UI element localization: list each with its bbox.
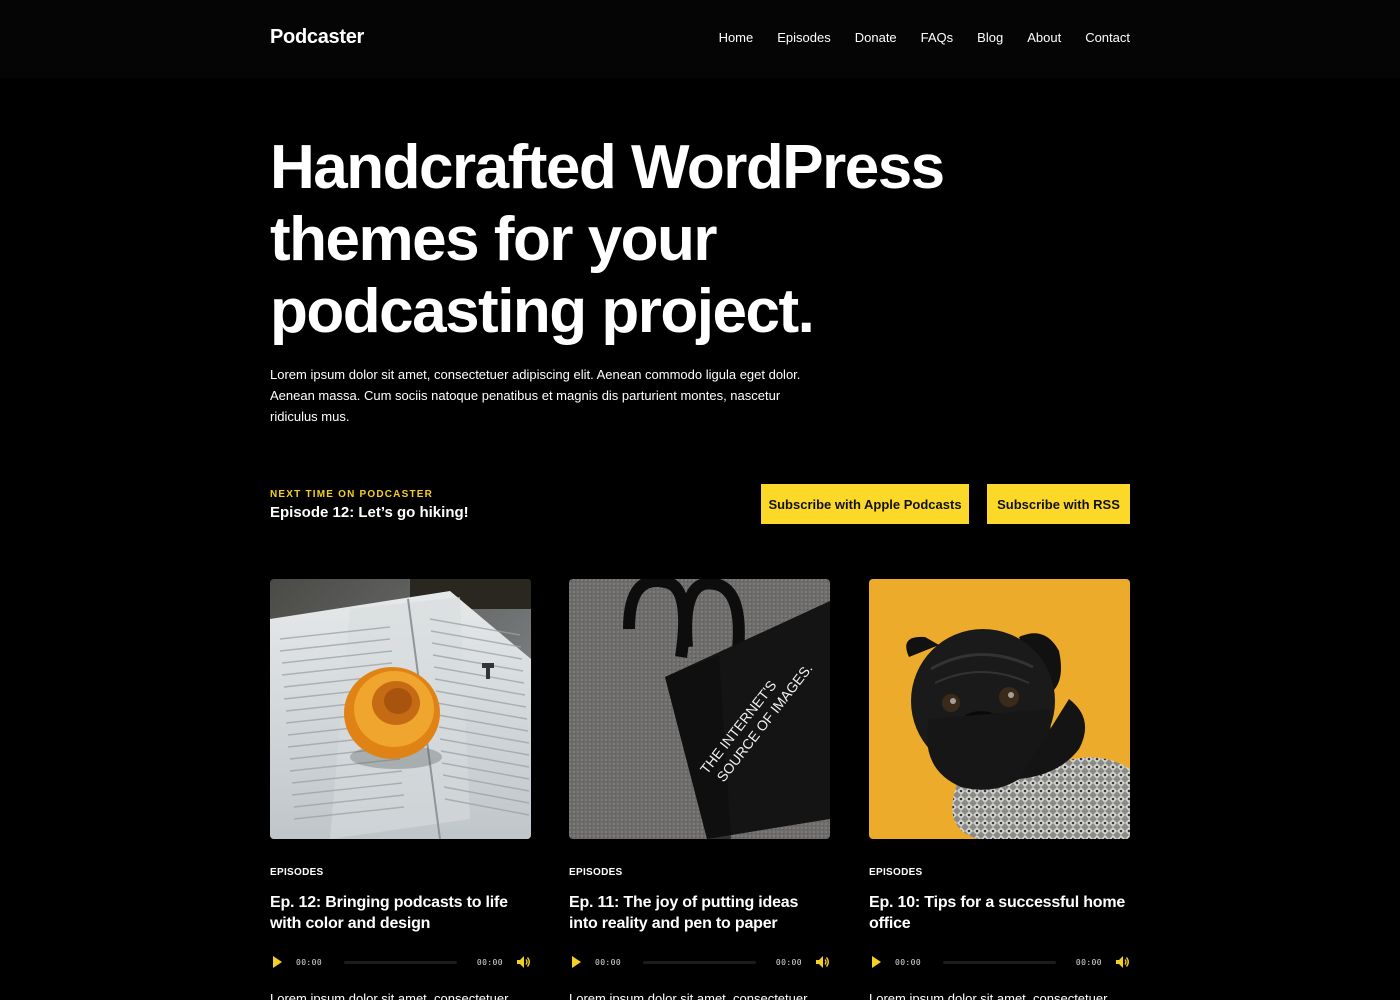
nav-contact[interactable]: Contact [1085, 30, 1130, 46]
time-current: 00:00 [595, 957, 622, 967]
card-title[interactable]: Ep. 10: Tips for a successful home offic… [869, 892, 1130, 934]
time-duration: 00:00 [1075, 957, 1102, 967]
episode-card: EPISODES Ep. 12: Bringing podcasts to li… [270, 579, 531, 1000]
nav-blog[interactable]: Blog [977, 30, 1003, 46]
audio-player: 00:00 00:00 [569, 955, 830, 969]
subscribe-apple-button[interactable]: Subscribe with Apple Podcasts [761, 484, 969, 524]
nav-about[interactable]: About [1027, 30, 1061, 46]
nav-episodes[interactable]: Episodes [777, 30, 830, 46]
episode-card: EPISODES Ep. 10: Tips for a successful h… [869, 579, 1130, 1000]
audio-player: 00:00 00:00 [270, 955, 531, 969]
subscribe-rss-button[interactable]: Subscribe with RSS [987, 484, 1130, 524]
episode-thumbnail-book-peach[interactable] [270, 579, 531, 839]
site-logo[interactable]: Podcaster [270, 26, 364, 49]
episode-thumbnail-tote-bag[interactable]: THE INTERNET'SSOURCE OF IMAGES. [569, 579, 830, 839]
next-episode-title: Episode 12: Let’s go hiking! [270, 504, 469, 521]
nav-faqs[interactable]: FAQs [921, 30, 954, 46]
nav-donate[interactable]: Donate [855, 30, 897, 46]
audio-player: 00:00 00:00 [869, 955, 1130, 969]
card-excerpt: Lorem ipsum dolor sit amet, consectetuer [270, 991, 509, 1000]
volume-icon[interactable] [1116, 956, 1130, 968]
episode-thumbnail-pug[interactable] [869, 579, 1130, 839]
time-duration: 00:00 [476, 957, 503, 967]
card-title[interactable]: Ep. 11: The joy of putting ideas into re… [569, 892, 830, 934]
hero-description: Lorem ipsum dolor sit amet, consectetuer… [270, 367, 801, 424]
progress-track[interactable] [643, 960, 756, 964]
card-excerpt: Lorem ipsum dolor sit amet, consectetuer [569, 991, 808, 1000]
time-current: 00:00 [895, 957, 922, 967]
play-icon[interactable] [572, 956, 581, 968]
volume-icon[interactable] [517, 956, 531, 968]
progress-track[interactable] [943, 960, 1056, 964]
hero-title: Handcrafted WordPress themes for your po… [270, 133, 945, 346]
play-icon[interactable] [872, 956, 881, 968]
site-header: Podcaster Home Episodes Donate FAQs Blog… [0, 0, 1400, 78]
volume-icon[interactable] [816, 956, 830, 968]
next-episode-label: NEXT TIME ON PODCASTER [270, 489, 434, 500]
episode-card: THE INTERNET'SSOURCE OF IMAGES. EPISODES… [569, 579, 830, 1000]
card-category[interactable]: EPISODES [869, 867, 923, 878]
card-excerpt: Lorem ipsum dolor sit amet, consectetuer [869, 991, 1108, 1000]
play-icon[interactable] [273, 956, 282, 968]
time-current: 00:00 [296, 957, 323, 967]
time-duration: 00:00 [775, 957, 802, 967]
main-nav: Home Episodes Donate FAQs Blog About Con… [719, 30, 1130, 46]
progress-track[interactable] [344, 960, 457, 964]
card-title[interactable]: Ep. 12: Bringing podcasts to life with c… [270, 892, 531, 934]
card-category[interactable]: EPISODES [270, 867, 324, 878]
card-category[interactable]: EPISODES [569, 867, 623, 878]
nav-home[interactable]: Home [719, 30, 754, 46]
